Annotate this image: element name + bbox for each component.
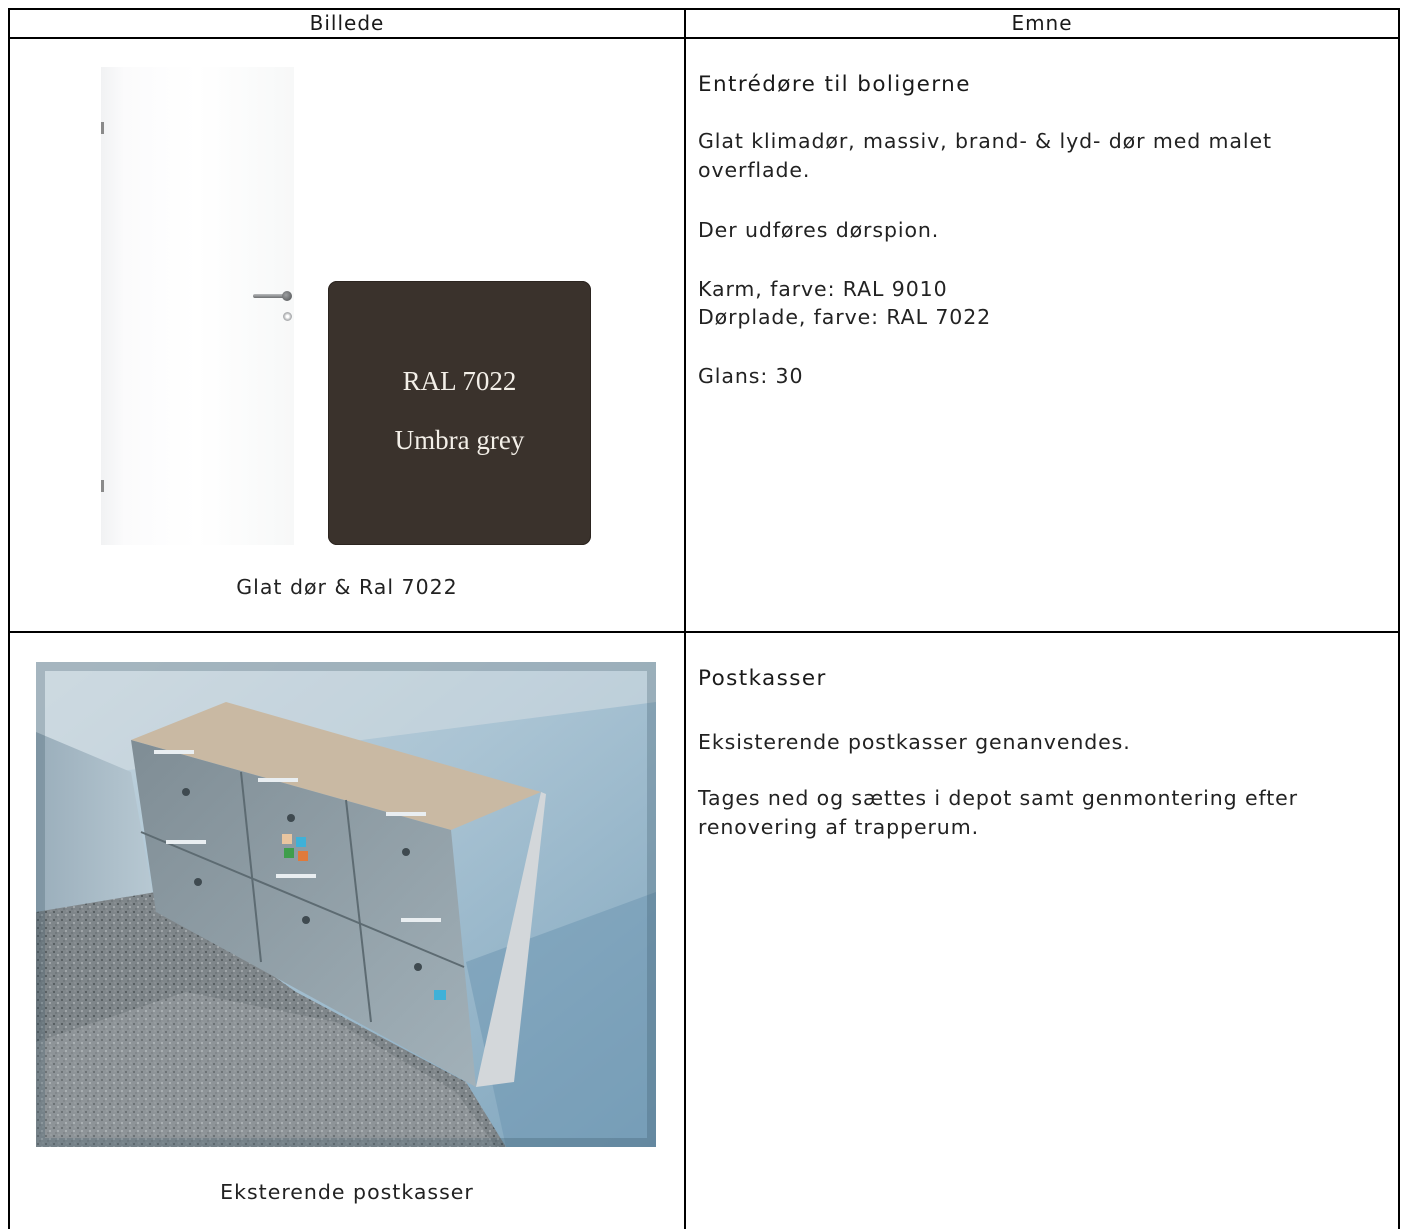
paragraph-line: Glans: 30 [698, 364, 804, 388]
paragraph-line: Karm, farve: RAL 9010 [698, 277, 948, 301]
paragraph-line: Tages ned og sættes i depot samt genmont… [698, 786, 1298, 810]
swatch-code: RAL 7022 [402, 366, 517, 396]
door-hinge-top [101, 122, 104, 134]
section-title-doors: Entrédøre til boligerne [698, 72, 971, 97]
door-image [101, 67, 294, 545]
swatch-name: Umbra grey [394, 425, 525, 455]
paragraph-line: Eksisterende postkasser genanvendes. [698, 730, 1131, 754]
paragraph-line: Dørplade, farve: RAL 7022 [698, 305, 992, 329]
paragraph-line: overflade. [698, 158, 811, 182]
document-table: Billede Emne RAL 7022 Umbra grey Glat dø… [0, 0, 1407, 1229]
paragraph-line: renovering af trapperum. [698, 815, 979, 839]
mailbox-illustration [36, 662, 656, 1147]
section-title-mailboxes: Postkasser [698, 666, 827, 691]
image-caption-door: Glat dør & Ral 7022 [236, 575, 458, 599]
table-border-left [8, 8, 10, 1229]
table-column-divider [684, 8, 686, 1229]
door-hinge-bottom [101, 480, 104, 492]
mailbox-photo [36, 662, 656, 1147]
paragraph-line: Der udføres dørspion. [698, 218, 940, 242]
table-header-divider [8, 37, 1400, 39]
table-border-right [1398, 8, 1400, 1229]
header-col-emne: Emne [1011, 11, 1073, 35]
paragraph-line: Glat klimadør, massiv, brand- & lyd- dør… [698, 129, 1272, 153]
door-handle-rose [282, 291, 292, 301]
image-caption-mailboxes: Eksterende postkasser [220, 1180, 474, 1204]
table-row-divider [8, 631, 1400, 633]
ral-color-swatch: RAL 7022 Umbra grey [328, 281, 591, 545]
header-col-billede: Billede [309, 11, 385, 35]
door-keyhole [283, 312, 292, 321]
